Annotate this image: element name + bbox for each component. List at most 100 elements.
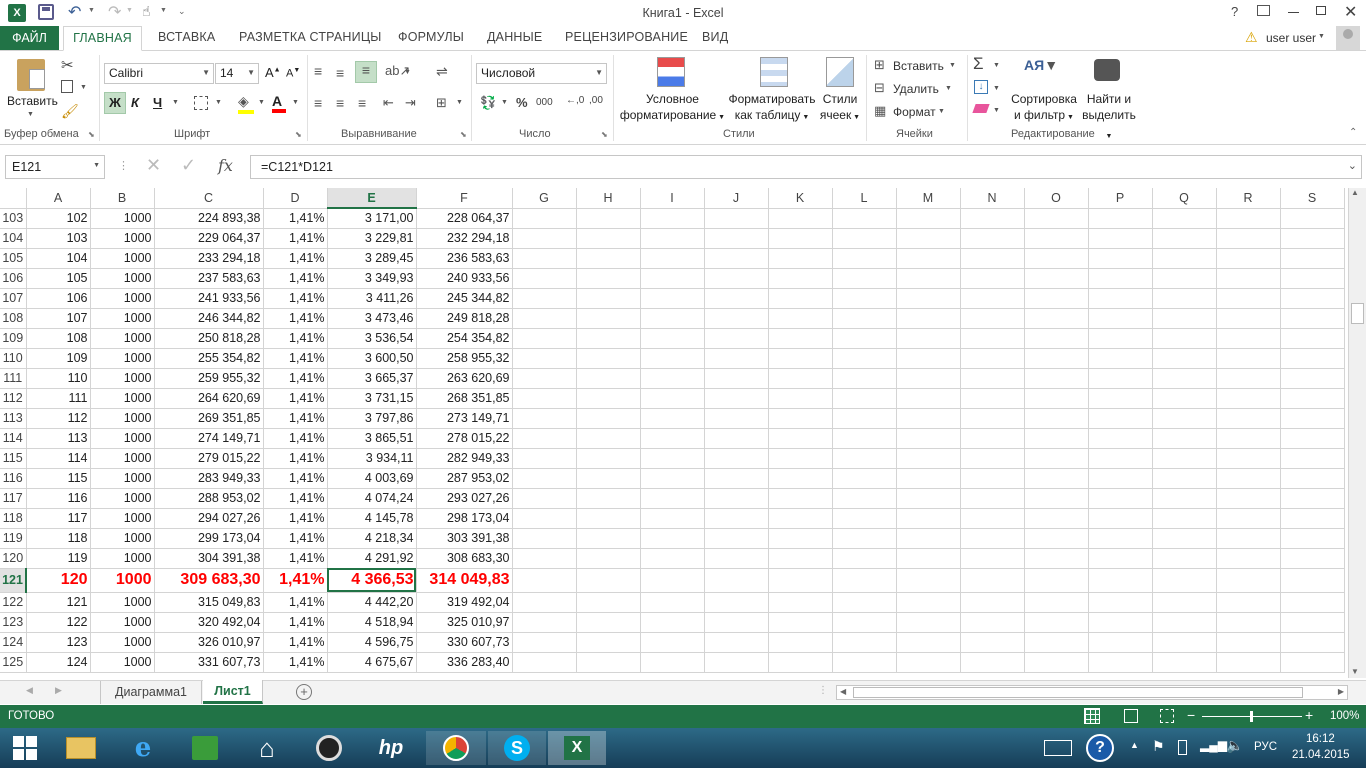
cell-f[interactable]: 287 953,02 [416,468,513,489]
cell-a[interactable]: 107 [26,308,91,329]
tab-insert[interactable]: ВСТАВКА [158,30,215,51]
cancel-icon[interactable]: ✕ [146,155,161,176]
empty-cell[interactable] [832,388,897,409]
empty-cell[interactable] [704,368,769,389]
cell-e[interactable]: 3 349,93 [327,268,417,289]
tab-split-icon[interactable]: ⋮ [818,685,828,696]
empty-cell[interactable] [1280,328,1345,349]
row-header[interactable]: 119 [0,528,27,549]
cell-b[interactable]: 1000 [90,348,155,369]
empty-cell[interactable] [704,228,769,249]
empty-cell[interactable] [640,508,705,529]
cell-c[interactable]: 250 818,28 [154,328,264,349]
row-header[interactable]: 103 [0,208,27,229]
column-header-n[interactable]: N [960,188,1025,209]
empty-cell[interactable] [832,592,897,613]
empty-cell[interactable] [896,408,961,429]
empty-cell[interactable] [1024,612,1089,633]
user-name[interactable]: user user [1266,31,1316,45]
empty-cell[interactable] [832,408,897,429]
empty-cell[interactable] [640,388,705,409]
empty-cell[interactable] [832,308,897,329]
clear-icon[interactable] [972,104,990,113]
cell-f[interactable]: 303 391,38 [416,528,513,549]
empty-cell[interactable] [1024,288,1089,309]
percent-button[interactable]: % [516,95,528,110]
empty-cell[interactable] [1152,428,1217,449]
cell-c[interactable]: 229 064,37 [154,228,264,249]
cell-b[interactable]: 1000 [90,308,155,329]
empty-cell[interactable] [1280,268,1345,289]
cell-c[interactable]: 237 583,63 [154,268,264,289]
empty-cell[interactable] [768,368,833,389]
empty-cell[interactable] [1216,548,1281,569]
empty-cell[interactable] [1280,568,1345,593]
empty-cell[interactable] [1152,528,1217,549]
row-header[interactable]: 118 [0,508,27,529]
copy-icon[interactable] [61,80,73,93]
empty-cell[interactable] [1216,308,1281,329]
column-header-l[interactable]: L [832,188,897,209]
empty-cell[interactable] [768,652,833,673]
empty-cell[interactable] [1216,348,1281,369]
copy-dropdown-icon[interactable]: ▼ [80,84,87,91]
empty-cell[interactable] [832,548,897,569]
empty-cell[interactable] [576,568,641,593]
cell-e[interactable]: 4 291,92 [327,548,417,569]
empty-cell[interactable] [1152,288,1217,309]
empty-cell[interactable] [1088,428,1153,449]
insert-function-icon[interactable]: fx [218,156,233,175]
empty-cell[interactable] [704,508,769,529]
cell-f[interactable]: 319 492,04 [416,592,513,613]
cell-a[interactable]: 124 [26,652,91,673]
empty-cell[interactable] [704,548,769,569]
cell-a[interactable]: 103 [26,228,91,249]
cell-b[interactable]: 1000 [90,228,155,249]
row-header[interactable]: 108 [0,308,27,329]
cell-f[interactable]: 228 064,37 [416,208,513,229]
empty-cell[interactable] [896,288,961,309]
active-cell[interactable]: 4 366,53 [327,568,417,593]
cell-f[interactable]: 314 049,83 [416,568,513,593]
bold-button[interactable]: Ж [104,92,126,114]
cell-styles-button[interactable]: Стили ячеек ▼ [818,91,862,126]
empty-cell[interactable] [1216,568,1281,593]
fill-color-dropdown-icon[interactable]: ▼ [258,99,265,106]
empty-cell[interactable] [960,408,1025,429]
empty-cell[interactable] [832,368,897,389]
underline-dropdown-icon[interactable]: ▼ [172,99,179,106]
empty-cell[interactable] [960,528,1025,549]
language-indicator[interactable]: РУС [1254,741,1277,753]
empty-cell[interactable] [1280,288,1345,309]
empty-cell[interactable] [704,388,769,409]
cell-a[interactable]: 108 [26,328,91,349]
empty-cell[interactable] [576,288,641,309]
cell-a[interactable]: 120 [26,568,91,593]
empty-cell[interactable] [640,488,705,509]
empty-cell[interactable] [640,428,705,449]
battery-icon[interactable] [1178,740,1187,755]
cell-c[interactable]: 255 354,82 [154,348,264,369]
empty-cell[interactable] [960,592,1025,613]
empty-cell[interactable] [768,488,833,509]
cell-f[interactable]: 232 294,18 [416,228,513,249]
column-header-g[interactable]: G [512,188,577,209]
empty-cell[interactable] [640,592,705,613]
zoom-level[interactable]: 100% [1330,710,1359,722]
cell-e[interactable]: 3 289,45 [327,248,417,269]
empty-cell[interactable] [1088,468,1153,489]
decrease-indent-icon[interactable]: ⇤ [383,95,394,111]
empty-cell[interactable] [640,348,705,369]
empty-cell[interactable] [576,268,641,289]
column-header-k[interactable]: K [768,188,833,209]
tab-page-layout[interactable]: РАЗМЕТКА СТРАНИЦЫ [239,30,382,51]
row-header[interactable]: 113 [0,408,27,429]
empty-cell[interactable] [1024,592,1089,613]
cell-d[interactable]: 1,41% [263,248,328,269]
empty-cell[interactable] [512,248,577,269]
empty-cell[interactable] [1216,228,1281,249]
empty-cell[interactable] [1152,488,1217,509]
cell-c[interactable]: 269 351,85 [154,408,264,429]
decrease-decimal-icon[interactable]: ,00 [589,95,603,106]
keyboard-icon[interactable] [1038,731,1078,765]
